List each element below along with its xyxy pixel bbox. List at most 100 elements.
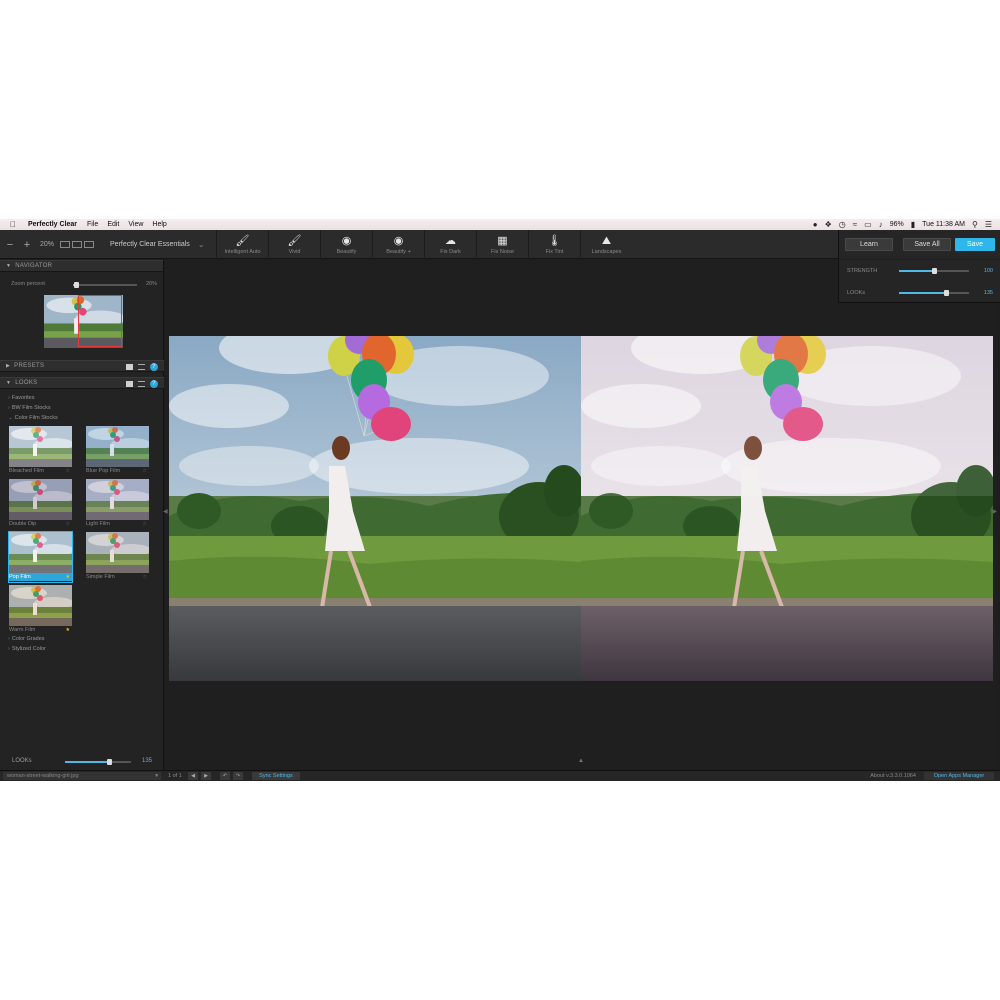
- look-thumbnail[interactable]: Double Dip ☆: [9, 479, 72, 529]
- brush-icon: 🖌: [287, 235, 302, 247]
- favorite-star-icon[interactable]: ★: [66, 626, 70, 634]
- help-icon[interactable]: ?: [150, 380, 158, 388]
- preset-selector[interactable]: Perfectly Clear Essentials: [110, 241, 190, 248]
- status-bar: woman-street-walking-girl.jpg ▾ 1 of 1 ◀…: [0, 770, 1000, 781]
- looks-header-icons: ?: [126, 380, 158, 388]
- looks-header[interactable]: ▼ LOOKS ?: [0, 377, 164, 389]
- menu-help[interactable]: Help: [152, 221, 166, 228]
- list-view-icon[interactable]: [138, 381, 145, 387]
- favorite-star-icon[interactable]: ☆: [66, 520, 70, 528]
- presets-title: PRESETS: [14, 363, 45, 369]
- slider-knob[interactable]: [931, 268, 937, 274]
- wifi-icon[interactable]: ≈: [853, 220, 857, 229]
- favorite-star-icon[interactable]: ☆: [66, 467, 70, 475]
- expand-filmstrip-arrow-icon[interactable]: ▲: [578, 758, 584, 764]
- tool-label: Landscapes: [591, 249, 622, 255]
- help-icon[interactable]: ?: [150, 363, 158, 371]
- before-image[interactable]: [169, 336, 581, 681]
- collapse-right-arrow-icon[interactable]: ▶: [992, 508, 997, 515]
- single-view-icon[interactable]: [60, 241, 71, 248]
- rotate-right-icon[interactable]: ↷: [233, 772, 243, 780]
- menubar-app-name[interactable]: Perfectly Clear: [28, 221, 77, 228]
- looks-group-color-film-stocks[interactable]: ⌄ Color Film Stocks: [8, 415, 58, 421]
- looks-strength-row: LOOKs 135: [0, 752, 164, 770]
- look-thumbnail[interactable]: Blue Pop Film ☆: [86, 426, 149, 476]
- tool-landscapes[interactable]: ⛰ Landscapes: [580, 230, 632, 259]
- look-thumbnail-selected[interactable]: Pop Film ★: [8, 531, 73, 583]
- zoom-out-button[interactable]: −: [3, 239, 17, 251]
- zoom-percent-row: Zoom percent 20%: [11, 281, 157, 288]
- image-canvas[interactable]: ◀ ▶: [163, 260, 997, 770]
- look-thumbnail[interactable]: Simple Film ☆: [86, 532, 149, 582]
- slider-knob[interactable]: [107, 759, 113, 765]
- looks-title: LOOKS: [15, 380, 38, 386]
- looks-group-color-grades[interactable]: › Color Grades: [8, 636, 45, 642]
- save-button[interactable]: Save: [955, 238, 995, 251]
- menubar-clock[interactable]: Tue 11:38 AM: [922, 221, 965, 228]
- favorite-star-icon[interactable]: ☆: [143, 467, 147, 475]
- open-apps-manager-button[interactable]: Open Apps Manager: [924, 772, 994, 780]
- looks-strength-slider[interactable]: [65, 759, 131, 765]
- slider-knob[interactable]: [73, 282, 79, 288]
- tool-label: Intelligent Auto: [224, 249, 261, 255]
- dropbox-icon[interactable]: ❖: [825, 220, 832, 229]
- airplay-icon[interactable]: ▭: [864, 220, 872, 229]
- zoom-in-button[interactable]: +: [20, 239, 34, 251]
- looks-group-favorites[interactable]: › Favorites: [8, 395, 34, 401]
- favorite-star-icon[interactable]: ★: [66, 573, 70, 581]
- rotate-left-icon[interactable]: ↶: [220, 772, 230, 780]
- tool-fix-dark[interactable]: ☁ Fix Dark: [424, 230, 476, 259]
- tool-intelligent-auto[interactable]: 🖌 Intelligent Auto: [216, 230, 268, 259]
- about-version[interactable]: About v.3.3.0.1064: [870, 773, 916, 779]
- favorite-star-icon[interactable]: ☆: [143, 573, 147, 581]
- after-image[interactable]: [581, 336, 993, 681]
- slider-fill: [899, 292, 947, 294]
- look-thumbnail[interactable]: Bleached Film ☆: [9, 426, 72, 476]
- looks-group-bw-film-stocks[interactable]: › BW Film Stocks: [8, 405, 51, 411]
- file-selector[interactable]: woman-street-walking-girl.jpg ▾: [3, 772, 161, 780]
- learn-button[interactable]: Learn: [845, 238, 893, 251]
- tool-beautify-plus[interactable]: ◉ Beautify +: [372, 230, 424, 259]
- slider-knob[interactable]: [944, 290, 950, 296]
- volume-icon[interactable]: ♪: [879, 220, 883, 229]
- next-image-button[interactable]: ▶: [201, 772, 211, 780]
- look-thumbnail[interactable]: Warm Film ★: [9, 585, 72, 635]
- grid-view-icon[interactable]: [126, 381, 133, 387]
- strength-slider[interactable]: [899, 268, 969, 274]
- looks-group-stylized-color[interactable]: › Stylized Color: [8, 646, 46, 652]
- tool-vivid[interactable]: 🖌 Vivid: [268, 230, 320, 259]
- navigator-thumbnail[interactable]: [44, 295, 123, 348]
- grid-view-icon[interactable]: [126, 364, 133, 370]
- list-view-icon[interactable]: [138, 364, 145, 370]
- spotlight-search-icon[interactable]: ⚲: [972, 220, 978, 229]
- tool-label: Fix Tint: [545, 249, 564, 255]
- zoom-percent-slider[interactable]: [73, 282, 137, 288]
- look-thumbnail[interactable]: Light Film ☆: [86, 479, 149, 529]
- tool-beautify[interactable]: ◉ Beautify: [320, 230, 372, 259]
- notification-center-icon[interactable]: ☰: [985, 220, 992, 229]
- menu-file[interactable]: File: [87, 221, 98, 228]
- sync-settings-button[interactable]: Sync Settings: [252, 772, 300, 780]
- navigator-header[interactable]: ▼ NAVIGATOR: [0, 260, 163, 272]
- save-all-button[interactable]: Save All: [903, 238, 951, 251]
- menu-edit[interactable]: Edit: [107, 221, 119, 228]
- tool-fix-noise[interactable]: ▦ Fix Noise: [476, 230, 528, 259]
- creative-cloud-icon[interactable]: ●: [813, 220, 818, 229]
- group-label: BW Film Stocks: [11, 405, 51, 411]
- time-machine-icon[interactable]: ◷: [839, 220, 846, 229]
- collapse-left-arrow-icon[interactable]: ◀: [163, 508, 168, 515]
- presets-header[interactable]: ▶ PRESETS ?: [0, 360, 164, 372]
- battery-icon[interactable]: ▮: [911, 220, 915, 229]
- slider-fill: [65, 761, 110, 763]
- previous-image-button[interactable]: ◀: [188, 772, 198, 780]
- apple-icon[interactable]: : [10, 220, 20, 229]
- tool-fix-tint[interactable]: 🌡 Fix Tint: [528, 230, 580, 259]
- menu-view[interactable]: View: [128, 221, 143, 228]
- looks-slider[interactable]: [899, 290, 969, 296]
- split-view-icon[interactable]: [84, 241, 95, 248]
- favorite-star-icon[interactable]: ☆: [143, 520, 147, 528]
- strength-row: STRENGTH 100: [847, 268, 993, 278]
- navigator-viewport-box[interactable]: [78, 295, 122, 347]
- chevron-down-icon[interactable]: ⌄: [198, 240, 205, 249]
- side-by-side-view-icon[interactable]: [72, 241, 83, 248]
